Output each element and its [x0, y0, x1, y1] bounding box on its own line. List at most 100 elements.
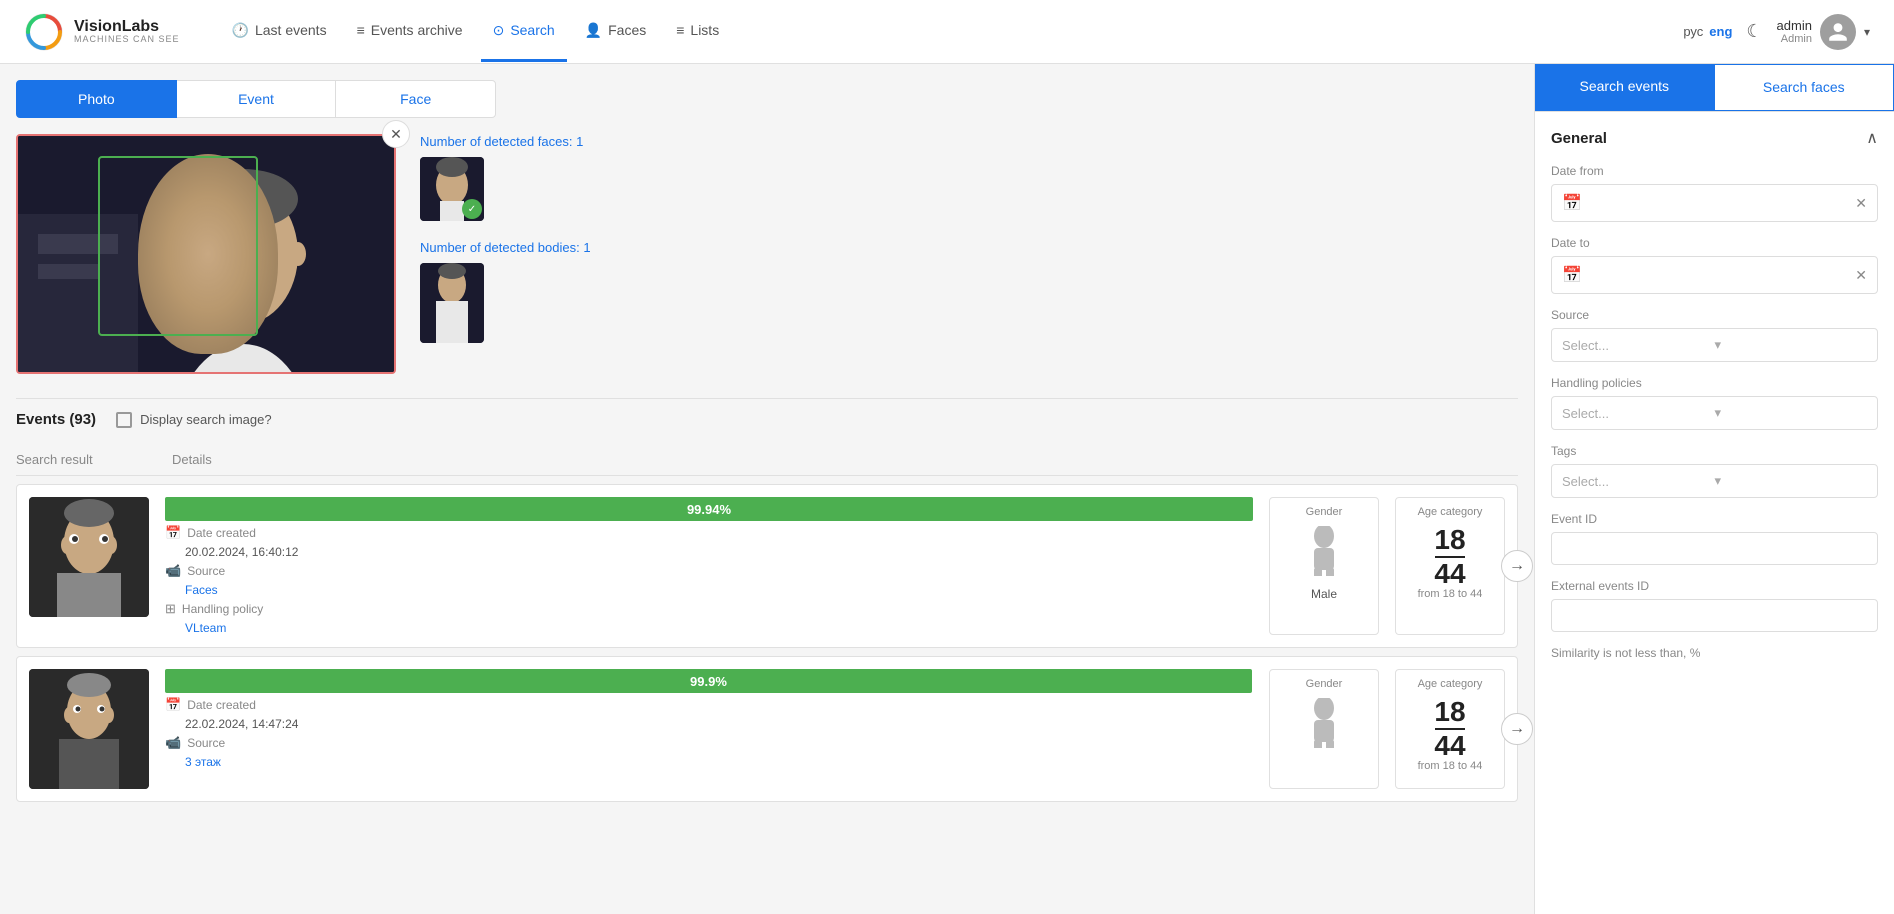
source-filter-label: Source — [1551, 308, 1878, 322]
filter-source: Source Select... ▾ — [1551, 308, 1878, 362]
event-thumbnail[interactable] — [29, 497, 149, 617]
event-navigate-arrow[interactable]: → — [1501, 713, 1533, 745]
uploaded-photo — [16, 134, 396, 374]
user-role: Admin — [1781, 33, 1812, 45]
table-row: 99.9% 📅 Date created 22.02.2024, 14:47:2… — [16, 656, 1518, 802]
tab-event[interactable]: Event — [177, 80, 336, 118]
age-card: Age category 18 44 from 18 to 44 — [1395, 669, 1505, 789]
brand-sub: MACHINES CAN SEE — [74, 35, 180, 45]
tags-label: Tags — [1551, 444, 1878, 458]
external-events-id-input[interactable] — [1551, 599, 1878, 632]
user-info[interactable]: admin Admin ▾ — [1777, 14, 1870, 50]
policy-link[interactable]: VLteam — [185, 621, 226, 635]
date-from-label: Date from — [1551, 164, 1878, 178]
calendar-from-icon: 📅 — [1562, 193, 1582, 213]
filter-section-header: General ∧ — [1551, 128, 1878, 148]
lang-rus[interactable]: рус — [1683, 24, 1703, 39]
age-category-label: Age category — [1408, 506, 1492, 518]
events-title: Events (93) — [16, 411, 96, 428]
similarity-bar: 99.94% — [165, 497, 1253, 521]
search-type-tabs: Search events Search faces — [1535, 64, 1894, 112]
source-link[interactable]: Faces — [185, 583, 218, 597]
age-range: from 18 to 44 — [1408, 588, 1492, 600]
date-to-input[interactable] — [1590, 268, 1855, 283]
detected-bodies-title: Number of detected bodies: 1 — [420, 240, 1518, 255]
detail-source-value: Faces — [165, 583, 1253, 597]
face-silhouette — [18, 134, 394, 374]
lang-eng[interactable]: eng — [1709, 24, 1732, 39]
display-search-image-checkbox[interactable]: Display search image? — [116, 412, 272, 428]
event-id-input[interactable] — [1551, 532, 1878, 565]
col-header-search-result: Search result — [16, 452, 156, 467]
calendar-icon: 📅 — [165, 525, 181, 541]
nav-search[interactable]: ⊙ Search — [481, 2, 567, 62]
date-to-input-row: 📅 ✕ — [1551, 256, 1878, 294]
person-icon: 👤 — [585, 22, 602, 39]
detected-face-thumb[interactable]: ✓ — [420, 157, 484, 221]
chevron-down-icon: ▾ — [1864, 25, 1870, 39]
detected-faces-title: Number of detected faces: 1 — [420, 134, 1518, 149]
brand-logo — [24, 12, 64, 52]
date-from-input[interactable] — [1590, 196, 1855, 211]
nav-lists[interactable]: ≡ Lists — [664, 2, 731, 61]
filter-handling-policies: Handling policies Select... ▾ — [1551, 376, 1878, 430]
age-range: from 18 to 44 — [1408, 760, 1492, 772]
tab-photo[interactable]: Photo — [16, 80, 177, 118]
gender-card: Gender — [1269, 669, 1379, 789]
age-bottom: 44 — [1408, 732, 1492, 760]
close-button[interactable]: ✕ — [382, 120, 410, 148]
calendar-to-icon: 📅 — [1562, 265, 1582, 285]
event-navigate-arrow[interactable]: → — [1501, 550, 1533, 582]
brand: VisionLabs MACHINES CAN SEE — [24, 12, 180, 52]
navbar: VisionLabs MACHINES CAN SEE 🕐 Last event… — [0, 0, 1894, 64]
source-link[interactable]: 3 этаж — [185, 755, 221, 769]
tab-search-events[interactable]: Search events — [1535, 64, 1714, 111]
checkbox-box — [116, 412, 132, 428]
date-to-clear[interactable]: ✕ — [1855, 267, 1867, 284]
photo-area: ✕ Number of detected faces: 1 — [16, 134, 1518, 374]
detail-source: 📹 Source — [165, 563, 1253, 579]
policy-icon: ⊞ — [165, 601, 176, 617]
tab-face[interactable]: Face — [335, 80, 496, 118]
detected-bodies-section: Number of detected bodies: 1 — [420, 240, 1518, 346]
nav-faces[interactable]: 👤 Faces — [573, 2, 659, 62]
age-bottom: 44 — [1408, 560, 1492, 588]
event-thumbnail[interactable] — [29, 669, 149, 789]
external-events-id-label: External events ID — [1551, 579, 1878, 593]
detail-date-created: 📅 Date created — [165, 697, 1253, 713]
nav-right: рус eng ☾ admin Admin ▾ — [1683, 14, 1870, 50]
photo-tabs: Photo Event Face — [16, 80, 496, 118]
col-header-details: Details — [172, 452, 1518, 467]
filter-similarity: Similarity is not less than, % — [1551, 646, 1878, 660]
detail-date-value: 20.02.2024, 16:40:12 — [165, 545, 1253, 559]
nav-last-events[interactable]: 🕐 Last events — [220, 2, 339, 62]
lang-toggle: рус eng — [1683, 24, 1732, 39]
filter-external-events-id: External events ID — [1551, 579, 1878, 632]
theme-toggle-icon[interactable]: ☾ — [1746, 21, 1762, 42]
detected-panel: Number of detected faces: 1 ✓ — [420, 134, 1518, 362]
detected-body-thumb[interactable] — [420, 263, 484, 343]
events-header: Events (93) Display search image? — [16, 398, 1518, 440]
search-icon: ⊙ — [493, 22, 505, 39]
nav-events-archive[interactable]: ≡ Events archive — [345, 2, 475, 61]
similarity-label: Similarity is not less than, % — [1551, 646, 1878, 660]
left-panel: Photo Event Face — [0, 64, 1534, 914]
user-name: admin — [1777, 18, 1812, 33]
collapse-icon[interactable]: ∧ — [1866, 128, 1878, 148]
similarity-bar-container: 99.94% — [165, 497, 1253, 521]
filter-section-title: General — [1551, 130, 1607, 147]
source-select[interactable]: Select... ▾ — [1551, 328, 1878, 362]
filter-event-id: Event ID — [1551, 512, 1878, 565]
uploaded-photo-container: ✕ — [16, 134, 396, 374]
date-from-clear[interactable]: ✕ — [1855, 195, 1867, 212]
nav-links: 🕐 Last events ≡ Events archive ⊙ Search … — [220, 2, 1684, 62]
list-icon: ≡ — [357, 22, 365, 38]
detail-date-value: 22.02.2024, 14:47:24 — [165, 717, 1253, 731]
detail-date-created: 📅 Date created — [165, 525, 1253, 541]
handling-policies-label: Handling policies — [1551, 376, 1878, 390]
gender-label: Gender — [1282, 506, 1366, 518]
handling-policies-select[interactable]: Select... ▾ — [1551, 396, 1878, 430]
detail-source: 📹 Source — [165, 735, 1253, 751]
tab-search-faces[interactable]: Search faces — [1714, 64, 1894, 111]
tags-select[interactable]: Select... ▾ — [1551, 464, 1878, 498]
